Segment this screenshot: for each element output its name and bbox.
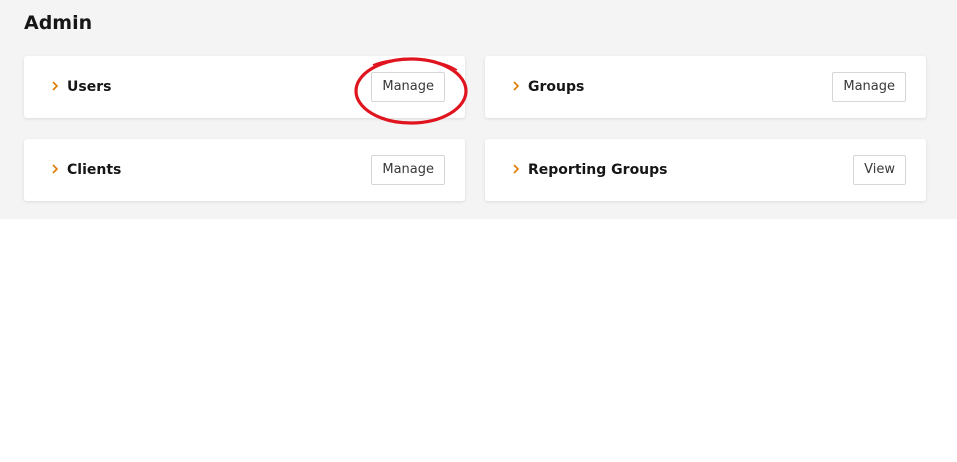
clients-manage-button[interactable]: Manage	[371, 155, 445, 185]
groups-manage-button[interactable]: Manage	[832, 72, 906, 102]
card-groups: Groups Manage	[485, 56, 926, 118]
card-clients: Clients Manage	[24, 139, 465, 201]
chevron-right-icon[interactable]	[50, 161, 60, 177]
card-clients-label[interactable]: Clients	[67, 139, 121, 201]
card-users-label[interactable]: Users	[67, 56, 111, 118]
card-reporting-groups: Reporting Groups View	[485, 139, 926, 201]
chevron-right-icon[interactable]	[511, 78, 521, 94]
users-manage-button[interactable]: Manage	[371, 72, 445, 102]
admin-panel: Admin Users Manage Groups Manage Clients…	[0, 0, 957, 219]
card-groups-label[interactable]: Groups	[528, 56, 584, 118]
card-users: Users Manage	[24, 56, 465, 118]
card-reporting-groups-label[interactable]: Reporting Groups	[528, 139, 668, 201]
reporting-groups-view-button[interactable]: View	[853, 155, 906, 185]
chevron-right-icon[interactable]	[50, 78, 60, 94]
page-title: Admin	[24, 12, 93, 34]
chevron-right-icon[interactable]	[511, 161, 521, 177]
